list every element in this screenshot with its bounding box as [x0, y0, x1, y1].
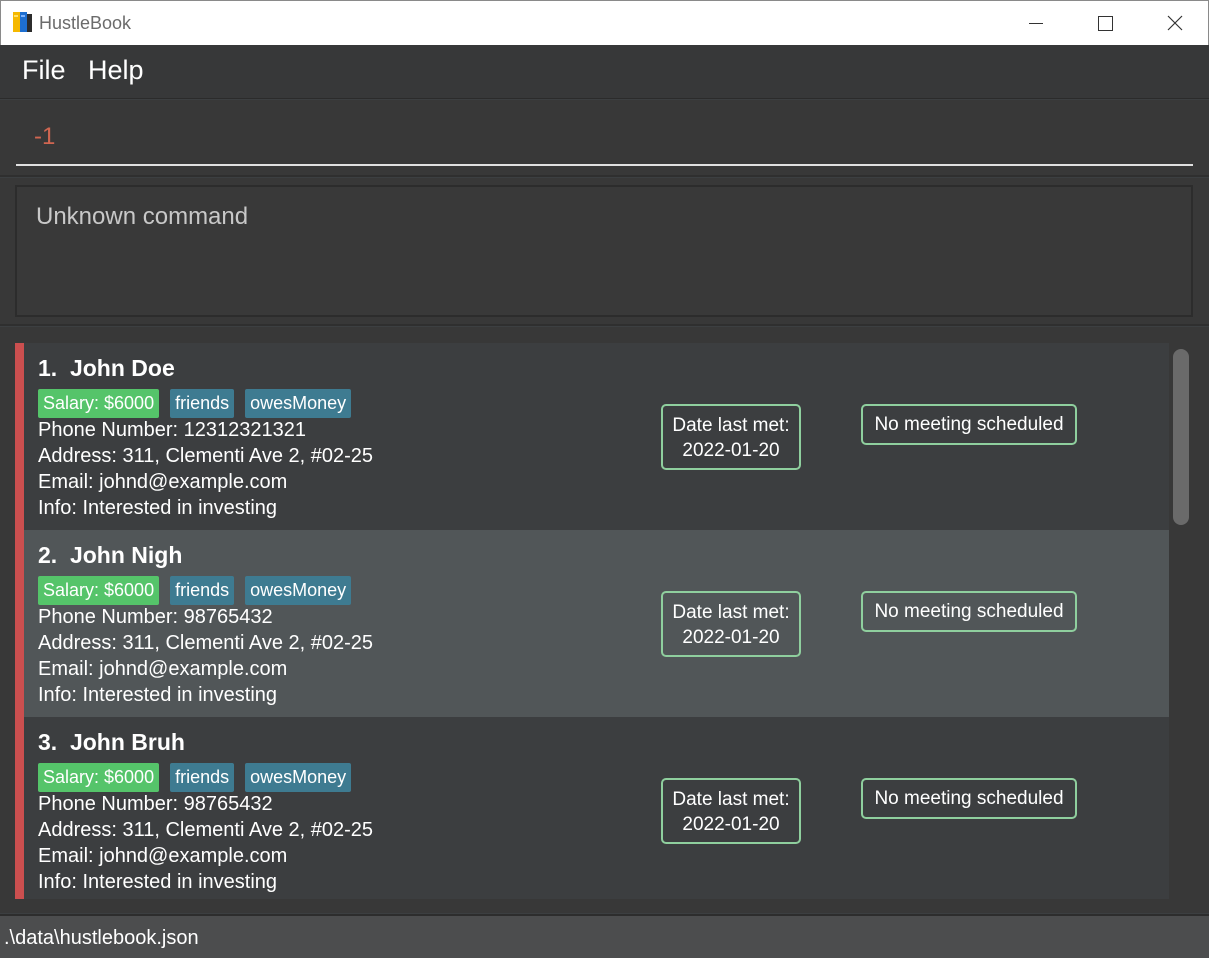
person-index: 3.	[38, 729, 58, 755]
result-display: Unknown command	[15, 185, 1193, 317]
tag-list: Salary: $6000 friends owesMoney	[38, 389, 352, 418]
address-field: Address: 311, Clementi Ave 2, #02-25	[38, 632, 374, 654]
date-last-met-label: Date last met:	[672, 602, 790, 623]
person-name: 1. John Doe	[38, 355, 175, 382]
email-field: Email: johnd@example.com	[38, 658, 288, 680]
person-name: 3. John Bruh	[38, 729, 185, 756]
minimize-icon	[1029, 23, 1043, 24]
tag-owesmoney: owesMoney	[245, 763, 352, 792]
info-field: Info: Interested in investing	[38, 497, 278, 519]
menu-help[interactable]: Help	[88, 55, 144, 86]
title-bar: HustleBook	[0, 0, 1209, 45]
salary-tag: Salary: $6000	[38, 389, 160, 418]
tag-friends: friends	[170, 763, 235, 792]
meeting-status-box: No meeting scheduled	[861, 591, 1077, 632]
person-card[interactable]: 3. John Bruh Salary: $6000 friends owesM…	[15, 717, 1169, 899]
result-message: Unknown command	[36, 203, 249, 230]
command-box-area	[0, 100, 1209, 177]
salary-tag: Salary: $6000	[38, 763, 160, 792]
tag-owesmoney: owesMoney	[245, 576, 352, 605]
date-last-met-box: Date last met: 2022-01-20	[661, 591, 801, 657]
email-field: Email: johnd@example.com	[38, 845, 288, 867]
close-button[interactable]	[1140, 1, 1209, 46]
person-index: 2.	[38, 542, 58, 568]
person-name-text: John Bruh	[69, 729, 185, 755]
menu-bar: File Help	[0, 45, 1209, 99]
minimize-button[interactable]	[1001, 1, 1071, 46]
save-location: .\data\hustlebook.json	[4, 927, 199, 949]
tag-friends: friends	[170, 389, 235, 418]
phone-field: Phone Number: 12312321321	[38, 419, 306, 441]
info-field: Info: Interested in investing	[38, 684, 278, 706]
close-icon	[1167, 15, 1183, 31]
date-last-met-value: 2022-01-20	[682, 627, 780, 648]
person-name-text: John Nigh	[69, 542, 183, 568]
tag-list: Salary: $6000 friends owesMoney	[38, 763, 352, 792]
meeting-status-box: No meeting scheduled	[861, 404, 1077, 445]
maximize-icon	[1098, 16, 1113, 31]
address-field: Address: 311, Clementi Ave 2, #02-25	[38, 445, 374, 467]
command-input[interactable]	[16, 110, 1193, 166]
scrollbar-thumb[interactable]	[1173, 349, 1189, 525]
tag-friends: friends	[170, 576, 235, 605]
date-last-met-label: Date last met:	[672, 789, 790, 810]
salary-tag: Salary: $6000	[38, 576, 160, 605]
status-bar: .\data\hustlebook.json	[0, 914, 1209, 958]
result-display-area: Unknown command	[0, 178, 1209, 326]
phone-field: Phone Number: 98765432	[38, 793, 273, 815]
person-name: 2. John Nigh	[38, 542, 182, 569]
date-last-met-value: 2022-01-20	[682, 440, 780, 461]
address-field: Address: 311, Clementi Ave 2, #02-25	[38, 819, 374, 841]
person-list[interactable]: 1. John Doe Salary: $6000 friends owesMo…	[15, 343, 1169, 899]
person-list-panel: 1. John Doe Salary: $6000 friends owesMo…	[0, 327, 1209, 913]
meeting-status-box: No meeting scheduled	[861, 778, 1077, 819]
menu-file[interactable]: File	[22, 55, 66, 86]
book-icon	[13, 12, 32, 32]
info-field: Info: Interested in investing	[38, 871, 278, 893]
date-last-met-label: Date last met:	[672, 415, 790, 436]
tag-owesmoney: owesMoney	[245, 389, 352, 418]
tag-list: Salary: $6000 friends owesMoney	[38, 576, 352, 605]
date-last-met-value: 2022-01-20	[682, 814, 780, 835]
maximize-button[interactable]	[1070, 1, 1140, 46]
window-title: HustleBook	[39, 13, 132, 33]
person-index: 1.	[38, 355, 58, 381]
date-last-met-box: Date last met: 2022-01-20	[661, 778, 801, 844]
date-last-met-box: Date last met: 2022-01-20	[661, 404, 801, 470]
phone-field: Phone Number: 98765432	[38, 606, 273, 628]
email-field: Email: johnd@example.com	[38, 471, 288, 493]
person-name-text: John Doe	[69, 355, 175, 381]
person-card[interactable]: 2. John Nigh Salary: $6000 friends owesM…	[15, 530, 1169, 717]
person-card[interactable]: 1. John Doe Salary: $6000 friends owesMo…	[15, 343, 1169, 530]
